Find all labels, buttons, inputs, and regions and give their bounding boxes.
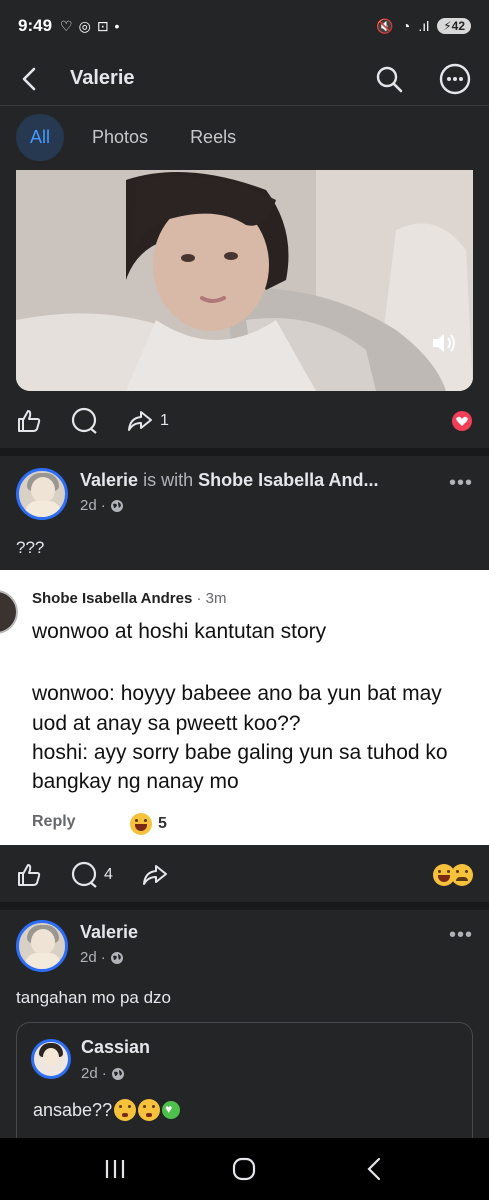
mute-icon: 🔇	[376, 17, 394, 34]
avatar[interactable]	[16, 920, 68, 972]
like-button[interactable]	[16, 862, 42, 888]
globe-icon	[111, 1067, 124, 1080]
share-count: 1	[160, 412, 169, 429]
globe-icon	[110, 499, 123, 512]
share-button[interactable]	[141, 862, 169, 888]
thumbs-up-icon	[18, 410, 41, 432]
search-icon[interactable]	[375, 65, 403, 93]
post-more-button[interactable]: •••	[449, 472, 473, 495]
tab-reels[interactable]: Reels	[176, 114, 250, 161]
commenter-line: Shobe Isabella Andres · 3m	[32, 590, 227, 607]
post-author-line: Valerie	[80, 922, 420, 943]
share-icon	[142, 865, 167, 885]
battery-indicator: ⚡42	[437, 18, 471, 34]
reply-label: Reply	[32, 813, 76, 830]
comment-line: hoshi: ayy sorry babe galing yun sa tuho…	[32, 741, 448, 764]
reaction-summary[interactable]	[451, 410, 473, 432]
screenshot-status-icon: ⊡	[96, 17, 109, 34]
commenter-avatar	[0, 590, 18, 634]
post-actions: 4	[0, 850, 489, 900]
video-frame-image	[16, 170, 473, 391]
more-options-icon[interactable]	[439, 63, 471, 95]
shared-post-timestamp: 2d ·	[81, 1065, 125, 1082]
back-icon	[367, 1157, 381, 1181]
heart-status-icon: ♡	[60, 17, 73, 34]
post-divider	[0, 902, 489, 910]
comment-count: 4	[104, 866, 113, 883]
avatar[interactable]	[16, 468, 68, 520]
like-button[interactable]	[16, 408, 42, 434]
shared-post-time: 2d	[81, 1065, 98, 1082]
post-more-button[interactable]: •••	[449, 924, 473, 947]
dot-status-icon: •	[114, 18, 120, 34]
share-button[interactable]: 1	[126, 408, 169, 434]
comment-line: bangkay ng nanay mo	[32, 770, 239, 793]
comment-time: · 3m	[196, 590, 227, 607]
thumbs-up-icon	[18, 864, 41, 886]
tab-photos[interactable]: Photos	[78, 114, 162, 161]
comment-icon	[71, 407, 97, 434]
shared-post-text: ansabe??	[33, 1099, 181, 1121]
comment-line: wonwoo at hoshi kantutan story	[32, 620, 327, 643]
post-time: 2d	[80, 949, 97, 966]
flushed-emoji-icon	[138, 1099, 161, 1121]
tab-all[interactable]: All	[16, 113, 65, 161]
app-header: Valerie	[0, 52, 489, 106]
shared-text: ansabe??	[33, 1099, 113, 1120]
status-bar: 9:49 ♡ ◎ ⊡ • 🔇 ◔ .ıl ⚡42	[0, 0, 489, 52]
post-timestamp: 2d ·	[80, 497, 473, 514]
author-name[interactable]: Valerie	[80, 470, 138, 490]
post-timestamp: 2d ·	[80, 949, 473, 966]
comment-icon	[71, 861, 97, 888]
back-button[interactable]	[0, 52, 60, 106]
post-author-line: Valerie is with Shobe Isabella And...	[80, 470, 420, 491]
recent-apps-button[interactable]	[85, 1149, 145, 1189]
post-time: 2d	[80, 497, 97, 514]
love-reaction-icon	[452, 411, 472, 431]
instagram-status-icon: ◎	[78, 17, 91, 34]
system-back-button[interactable]	[344, 1149, 404, 1189]
flushed-emoji-icon	[114, 1099, 137, 1121]
comment-line: wonwoo: hoyyy babeee ano ba yun bat may	[32, 682, 442, 705]
sad-reaction-icon	[451, 864, 473, 886]
battery-level: 42	[451, 19, 465, 33]
green-heart-icon	[162, 1101, 181, 1119]
shared-author-avatar[interactable]	[31, 1039, 71, 1079]
post-header: Valerie is with Shobe Isabella And... 2d…	[16, 468, 473, 520]
back-arrow-icon	[22, 67, 36, 90]
globe-icon	[110, 951, 123, 964]
video-thumbnail[interactable]	[16, 170, 473, 391]
recent-apps-icon	[105, 1160, 124, 1178]
commenter-name: Shobe Isabella Andres	[32, 590, 193, 607]
system-nav-bar	[0, 1138, 489, 1200]
with-text: is with	[143, 470, 194, 490]
status-time: 9:49	[18, 16, 53, 35]
sound-icon[interactable]	[427, 327, 459, 359]
shared-screenshot[interactable]: Shobe Isabella Andres · 3m wonwoo at hos…	[0, 570, 489, 845]
post-text: ???	[16, 538, 45, 557]
tagged-name[interactable]: Shobe Isabella And...	[198, 470, 378, 490]
post-divider	[0, 448, 489, 456]
home-button[interactable]	[214, 1149, 274, 1189]
comment-button[interactable]	[70, 407, 98, 435]
comment-reactions: 5	[130, 813, 167, 835]
comment-line: uod at anay sa pweett koo??	[32, 712, 301, 735]
author-name[interactable]: Valerie	[80, 922, 138, 942]
reaction-count: 5	[158, 815, 167, 832]
reaction-summary[interactable]	[433, 864, 473, 886]
comment-button[interactable]: 4	[70, 861, 113, 889]
share-icon	[128, 411, 152, 431]
post-text: tangahan mo pa dzo	[16, 988, 172, 1007]
filter-tabs: All Photos Reels	[0, 110, 489, 164]
haha-emoji-icon	[130, 813, 152, 835]
post-header: Valerie 2d · •••	[16, 920, 473, 972]
page-title: Valerie	[70, 67, 135, 89]
shared-author-name[interactable]: Cassian	[81, 1037, 150, 1058]
home-icon	[233, 1157, 256, 1181]
signal-icon: .ıl	[418, 18, 430, 34]
post-actions: 1	[0, 396, 489, 446]
wifi-icon: ◔	[401, 18, 411, 34]
